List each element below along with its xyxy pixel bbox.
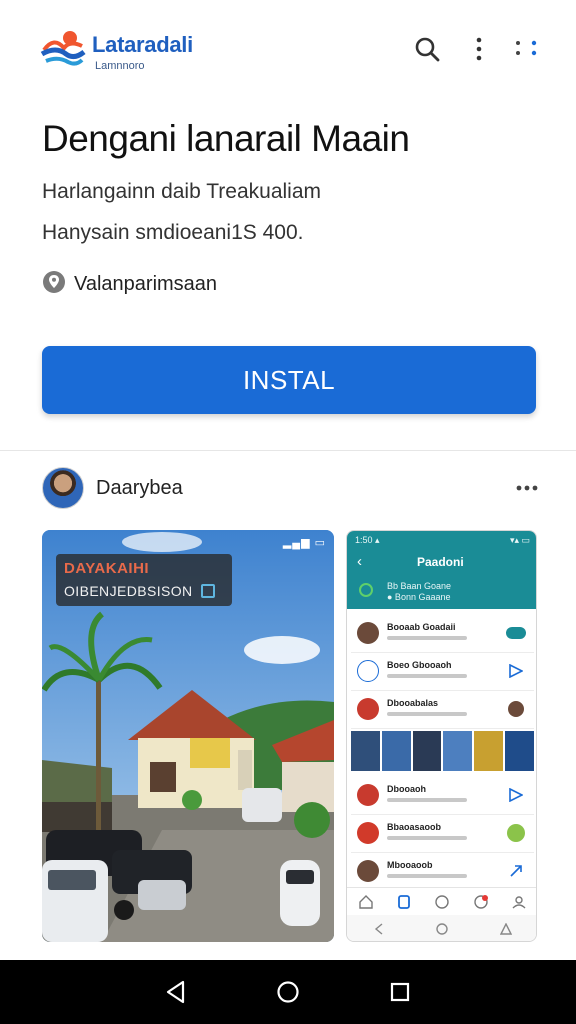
badge-icon xyxy=(506,823,526,843)
home-circle-icon xyxy=(434,921,450,937)
more-vertical-icon[interactable] xyxy=(464,32,494,66)
divider xyxy=(0,450,576,451)
home-icon xyxy=(358,894,374,910)
photo-thumb xyxy=(443,731,473,771)
status-bar: ▂▄▆ ▭ xyxy=(282,537,326,549)
camera-icon xyxy=(200,584,215,598)
chat-header: 1:50 ▴ ▾▴ ▭ ‹ Paadoni Bb Baan Goane ● Bo… xyxy=(347,531,536,609)
notification-icon xyxy=(473,894,489,910)
home-icon[interactable] xyxy=(268,972,308,1012)
compass-icon xyxy=(434,894,450,910)
list-item-line xyxy=(387,798,467,802)
chat-icon xyxy=(396,894,412,910)
list-item-line xyxy=(387,874,467,878)
list-item-name: Bbaoasaoob xyxy=(387,822,442,832)
phone-nav-bar xyxy=(347,915,536,941)
list-item: Boeo Gbooaoh xyxy=(351,653,534,691)
location-row: Valanparimsaan xyxy=(42,270,217,298)
photo-thumb xyxy=(412,731,442,771)
status-time: 1:50 ▴ xyxy=(355,535,380,545)
back-icon[interactable] xyxy=(156,972,196,1012)
list-item-name: Dbooaoh xyxy=(387,784,426,794)
more-horizontal-icon[interactable] xyxy=(512,473,542,503)
list-item-name: Booaab Goadaii xyxy=(387,622,456,632)
search-icon[interactable] xyxy=(412,32,442,66)
avatar-small-icon xyxy=(506,699,526,719)
back-icon xyxy=(371,921,387,937)
banner-subtitle-text: OIBENJEDBSISON xyxy=(64,583,193,599)
photo-strip xyxy=(351,731,534,771)
screenshot-banner: DAYAKAIHI OIBENJEDBSISON xyxy=(56,554,232,606)
cloud-icon xyxy=(357,660,379,682)
app-title: Dengani lanarail Maain xyxy=(42,118,410,159)
chat-subtitle-line-1: Bb Baan Goane xyxy=(387,581,452,591)
avatar xyxy=(357,784,379,806)
list-item-name: Dbooabalas xyxy=(387,698,439,708)
expand-icon xyxy=(506,861,526,881)
brand-name: Lataradali xyxy=(92,32,193,57)
location-text: Valanparimsaan xyxy=(74,272,218,295)
top-bar: Lataradali Lamnnoro xyxy=(0,0,576,96)
chat-title: Paadoni xyxy=(417,555,464,569)
system-nav-bar xyxy=(0,960,576,1024)
tab-bar xyxy=(347,887,536,915)
list-item-line xyxy=(387,712,467,716)
developer-name[interactable]: Daarybea xyxy=(96,477,183,500)
dots-grid-icon[interactable] xyxy=(512,32,542,66)
app-meta: Hanysain smdioeani1S 400. xyxy=(42,221,304,244)
avatar xyxy=(357,622,379,644)
avatar xyxy=(357,822,379,844)
banner-subtitle: OIBENJEDBSISON xyxy=(64,583,224,599)
recents-icon[interactable] xyxy=(380,972,420,1012)
list-item: Mbooaoob xyxy=(351,853,534,891)
toggle-icon xyxy=(506,623,526,643)
status-icons: ▾▴ ▭ xyxy=(509,535,530,545)
list-item: Booaab Goadaii xyxy=(351,615,534,653)
list-item-line xyxy=(387,636,467,640)
install-button[interactable]: INSTAL xyxy=(42,346,536,414)
status-ring-icon xyxy=(359,583,373,597)
developer-row[interactable]: Daarybea xyxy=(42,465,542,511)
photo-thumb xyxy=(505,731,534,771)
photo-thumb xyxy=(474,731,504,771)
list-item: Bbaoasaoob xyxy=(351,815,534,853)
location-pin-icon xyxy=(42,270,66,299)
photo-thumb xyxy=(381,731,411,771)
chat-subtitle-line-2: ● Bonn Gaaane xyxy=(387,592,451,602)
chat-subtitle: Bb Baan Goane ● Bonn Gaaane xyxy=(387,581,451,603)
list-item: Dbooabalas xyxy=(351,691,534,729)
back-arrow-icon: ‹ xyxy=(357,553,362,570)
photo-thumb xyxy=(351,731,380,771)
banner-title: DAYAKAIHI xyxy=(64,560,150,577)
list-item-line xyxy=(387,836,467,840)
send-icon xyxy=(506,661,526,681)
avatar xyxy=(42,467,84,509)
screenshot-2[interactable]: 1:50 ▴ ▾▴ ▭ ‹ Paadoni Bb Baan Goane ● Bo… xyxy=(346,530,537,942)
list-item: Dbooaoh xyxy=(351,777,534,815)
brand-logo xyxy=(40,28,86,68)
list-item-name: Mbooaoob xyxy=(387,860,433,870)
profile-icon xyxy=(511,894,527,910)
list-item-name: Boeo Gbooaoh xyxy=(387,660,452,670)
avatar xyxy=(357,698,379,720)
avatar xyxy=(357,860,379,882)
list-item-line xyxy=(387,674,467,678)
send-icon xyxy=(506,785,526,805)
app-details-page: Lataradali Lamnnoro Dengani lanarail Maa… xyxy=(0,0,576,1024)
recents-icon xyxy=(498,921,514,937)
screenshot-1[interactable]: ▂▄▆ ▭ DAYAKAIHI OIBENJEDBSISON xyxy=(42,530,334,942)
brand-subtitle: Lamnnoro xyxy=(95,60,145,72)
app-subtitle: Harlangainn daib Treakualiam xyxy=(42,180,321,203)
